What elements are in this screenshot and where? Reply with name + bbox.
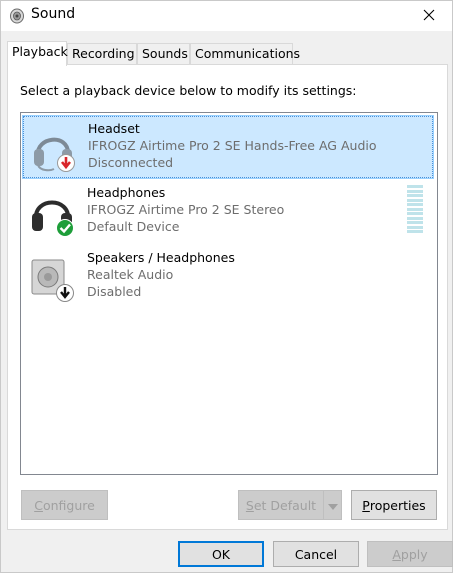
device-item-headset[interactable]: Headset IFROGZ Airtime Pro 2 SE Hands-Fr…: [22, 115, 434, 179]
device-item-speakers[interactable]: Speakers / Headphones Realtek Audio Disa…: [23, 246, 433, 308]
tab-recording[interactable]: Recording: [67, 43, 137, 64]
speaker-box-icon: [29, 256, 77, 302]
device-item-headphones[interactable]: Headphones IFROGZ Airtime Pro 2 SE Stere…: [23, 181, 433, 243]
tab-playback[interactable]: Playback: [7, 41, 68, 66]
device-description: IFROGZ Airtime Pro 2 SE Stereo: [87, 202, 285, 217]
set-default-button[interactable]: Set Default: [238, 490, 324, 520]
chevron-down-icon: [327, 498, 338, 513]
cancel-button[interactable]: Cancel: [273, 541, 359, 567]
close-button[interactable]: [406, 1, 452, 31]
device-description: IFROGZ Airtime Pro 2 SE Hands-Free AG Au…: [88, 138, 377, 153]
instruction-text: Select a playback device below to modify…: [20, 83, 357, 98]
apply-button[interactable]: Apply: [367, 541, 453, 567]
device-status: Default Device: [87, 219, 180, 234]
title-bar: Sound: [1, 1, 452, 31]
device-status: Disconnected: [88, 155, 174, 170]
device-name: Headphones: [87, 185, 166, 200]
device-description: Realtek Audio: [87, 267, 174, 282]
ok-button[interactable]: OK: [178, 541, 264, 567]
device-name: Headset: [88, 121, 140, 136]
playback-panel: Select a playback device below to modify…: [7, 64, 448, 530]
set-default-dropdown[interactable]: [323, 490, 342, 520]
device-status: Disabled: [87, 284, 142, 299]
window-title: Sound: [31, 6, 76, 22]
tab-communications[interactable]: Communications: [190, 43, 300, 64]
speaker-icon: [9, 8, 25, 24]
device-name: Speakers / Headphones: [87, 250, 235, 265]
volume-level-meter: [407, 185, 423, 235]
headphones-icon: [29, 191, 77, 237]
device-list[interactable]: Headset IFROGZ Airtime Pro 2 SE Hands-Fr…: [20, 112, 438, 475]
properties-button[interactable]: Properties: [351, 490, 437, 520]
close-icon: [423, 9, 435, 24]
headset-icon: [30, 127, 78, 173]
configure-button[interactable]: Configure: [21, 490, 108, 520]
tab-sounds[interactable]: Sounds: [137, 43, 190, 64]
sound-dialog: Sound Playback Recording Sounds Communic…: [0, 0, 453, 573]
